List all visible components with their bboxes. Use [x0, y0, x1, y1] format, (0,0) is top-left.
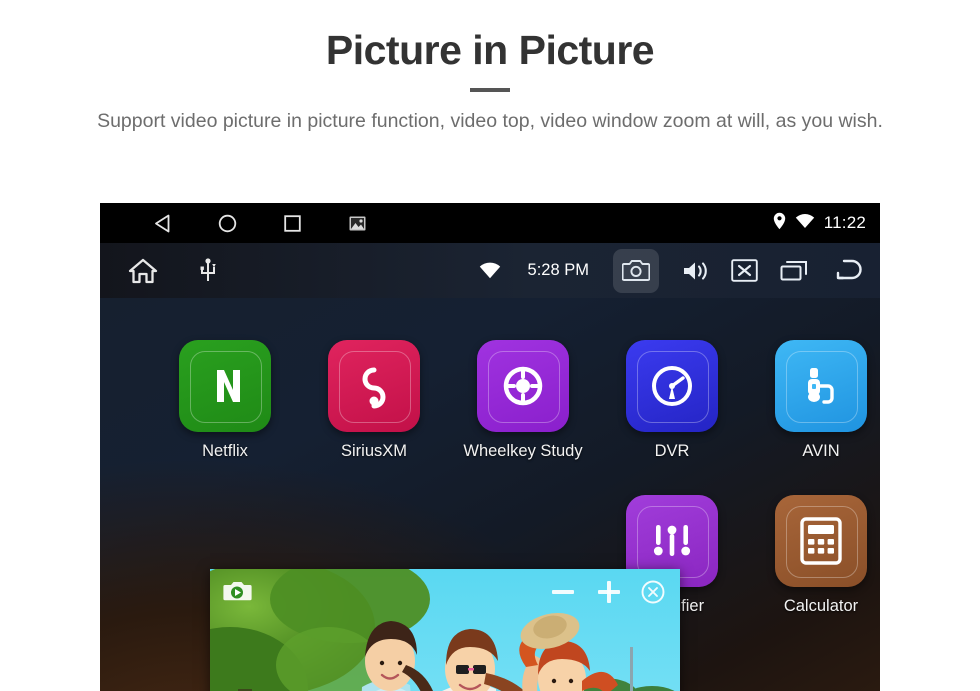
app-label: DVR — [654, 442, 690, 460]
page-subtitle: Support video picture in picture functio… — [97, 109, 883, 132]
pip-zoom-in-button[interactable] — [594, 577, 624, 612]
status-bar-icons: 11:22 — [773, 203, 866, 243]
app-label: SiriusXM — [340, 442, 407, 460]
calculator-icon[interactable] — [775, 495, 867, 587]
app-label: Netflix — [202, 442, 248, 460]
back-icon[interactable] — [152, 213, 172, 233]
app-tile-wheelkey-study[interactable]: Wheelkey Study — [458, 340, 588, 461]
close-box-icon[interactable] — [731, 259, 758, 282]
app-label: Wheelkey Study — [463, 442, 583, 460]
netflix-icon[interactable] — [179, 340, 271, 432]
usb-icon[interactable] — [200, 257, 216, 284]
home-circle-icon[interactable] — [217, 213, 237, 233]
home-icon[interactable] — [128, 257, 158, 285]
app-label: AVIN — [802, 442, 840, 460]
system-toolbar: 5:28 PM — [100, 243, 880, 298]
pip-camera-icon[interactable] — [222, 579, 252, 608]
pip-window-controls[interactable] — [548, 577, 666, 612]
camera-button[interactable] — [613, 248, 659, 293]
pip-close-button[interactable] — [640, 579, 666, 610]
device-screen: NetflixSiriusXMWheelkey StudyDVRAVINAmpl… — [100, 203, 880, 691]
title-divider — [470, 87, 510, 92]
android-status-bar: 11:22 — [100, 203, 880, 243]
avin-icon[interactable] — [775, 340, 867, 432]
toolbar-wifi-icon — [479, 262, 501, 279]
siriusxm-icon[interactable] — [328, 340, 420, 432]
page-title: Picture in Picture — [325, 27, 655, 73]
app-tile-dvr[interactable]: DVR — [607, 340, 737, 461]
pip-video-surface[interactable]: seicar — [210, 569, 680, 691]
pip-window[interactable]: seicar — [210, 569, 680, 691]
recents-square-icon[interactable] — [282, 213, 302, 233]
location-pin-icon — [773, 212, 786, 235]
wifi-icon — [795, 213, 815, 234]
volume-icon[interactable] — [681, 259, 709, 283]
back-arrow-icon[interactable] — [830, 259, 864, 283]
app-tile-calculator[interactable]: Calculator — [756, 495, 880, 616]
app-tile-siriusxm[interactable]: SiriusXM — [309, 340, 439, 461]
pip-zoom-out-button[interactable] — [548, 577, 578, 612]
page-header: Picture in Picture Support video picture… — [0, 0, 980, 136]
dvr-icon[interactable] — [626, 340, 718, 432]
screenshot-icon[interactable] — [347, 213, 367, 233]
app-tile-avin[interactable]: AVIN — [756, 340, 880, 461]
android-nav-buttons — [152, 203, 367, 243]
wheelkey-icon[interactable] — [477, 340, 569, 432]
app-tile-netflix[interactable]: Netflix — [160, 340, 290, 461]
status-bar-clock: 11:22 — [823, 213, 866, 232]
app-label: Calculator — [783, 597, 859, 615]
recent-apps-icon[interactable] — [780, 259, 808, 283]
toolbar-clock: 5:28 PM — [527, 261, 589, 279]
